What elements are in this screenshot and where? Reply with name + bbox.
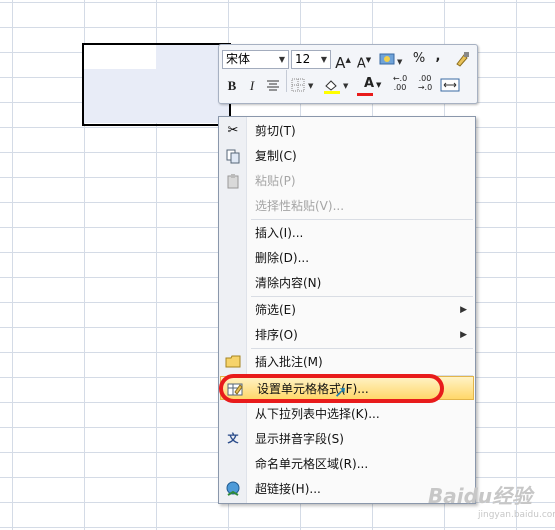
menu-item-insert[interactable]: 插入(I)... (219, 221, 475, 245)
mouse-cursor-icon: ➚ (334, 382, 348, 401)
highlight-annotation (219, 374, 444, 403)
menu-item-define-name[interactable]: 命名单元格区域(R)... (219, 452, 475, 476)
menu-item-cut[interactable]: ✂ 剪切(T) (219, 119, 475, 143)
context-menu: ✂ 剪切(T) 复制(C) 粘贴(P) 选择性粘贴(V)... 插入(I)...… (218, 116, 476, 504)
font-name-dropdown[interactable]: 宋体 ▼ (222, 50, 289, 69)
menu-item-label: 清除内容(N) (255, 276, 322, 290)
font-name-value: 宋体 (226, 52, 251, 66)
borders-icon: ▼ (291, 78, 314, 92)
menu-item-paste-special[interactable]: 选择性粘贴(V)... (219, 194, 475, 218)
svg-text:▼: ▼ (343, 82, 349, 90)
chevron-down-icon: ▼ (278, 55, 285, 64)
chevron-down-icon: ▼ (376, 81, 382, 89)
shrink-font-label: A (356, 56, 366, 72)
shrink-font-button[interactable]: A▼ (355, 51, 373, 73)
scissors-icon: ✂ (227, 123, 239, 138)
format-painter-icon (456, 52, 469, 67)
font-size-value: 12 (295, 52, 311, 66)
phonetic-icon: 文 (227, 432, 239, 445)
menu-item-label: 选择性粘贴(V)... (255, 199, 345, 213)
menu-item-label: 插入批注(M) (255, 355, 323, 369)
menu-item-copy[interactable]: 复制(C) (219, 144, 475, 168)
selection-border (82, 43, 231, 126)
chevron-down-icon: ▼ (320, 55, 327, 64)
number-format-button[interactable]: ▼ (377, 50, 405, 74)
merge-center-button[interactable] (439, 77, 461, 99)
svg-text:▼: ▼ (308, 82, 314, 90)
format-painter-button[interactable] (453, 50, 471, 74)
clipboard-icon (225, 173, 241, 189)
font-size-dropdown[interactable]: 12 ▼ (291, 50, 331, 69)
menu-item-clear-contents[interactable]: 清除内容(N) (219, 271, 475, 295)
menu-item-show-phonetic[interactable]: 文 显示拼音字段(S) (219, 427, 475, 451)
comment-icon (225, 354, 241, 370)
divider (286, 70, 287, 92)
menu-item-paste[interactable]: 粘贴(P) (219, 169, 475, 193)
menu-item-delete[interactable]: 删除(D)... (219, 246, 475, 270)
decrease-decimal-button[interactable]: .00 →.0 (414, 74, 436, 92)
menu-item-label: 从下拉列表中选择(K)... (255, 407, 380, 421)
fill-color-button[interactable]: ▼ (322, 77, 352, 101)
menu-item-insert-comment[interactable]: 插入批注(M) (219, 350, 475, 374)
menu-divider (251, 296, 473, 297)
grow-font-label: A (335, 54, 346, 72)
align-center-icon (267, 80, 279, 91)
menu-item-pick-from-list[interactable]: 从下拉列表中选择(K)... (219, 402, 475, 426)
font-color-button[interactable]: A ▼ (355, 75, 383, 96)
font-color-swatch (357, 93, 373, 96)
comma-style-button[interactable]: , (432, 48, 444, 66)
menu-item-label: 排序(O) (255, 328, 298, 342)
menu-item-label: 插入(I)... (255, 226, 304, 240)
menu-divider (251, 219, 473, 220)
submenu-arrow-icon: ▶ (460, 330, 467, 340)
menu-item-label: 超链接(H)... (255, 482, 321, 496)
italic-button[interactable]: I (244, 77, 260, 95)
svg-text:▼: ▼ (397, 58, 403, 66)
menu-item-label: 粘贴(P) (255, 174, 296, 188)
menu-divider (251, 348, 473, 349)
mini-toolbar: 宋体 ▼ 12 ▼ A▲ A▼ ▼ % , B I ▼ ▼ A ▼ ←.0 .0… (218, 44, 478, 104)
menu-item-label: 删除(D)... (255, 251, 310, 265)
bold-button[interactable]: B (224, 77, 240, 95)
center-align-button[interactable] (264, 77, 282, 99)
baidu-watermark: Baidu经验 (428, 484, 533, 508)
merge-center-icon (440, 78, 460, 92)
grow-font-button[interactable]: A▲ (334, 51, 352, 72)
menu-item-label: 命名单元格区域(R)... (255, 457, 369, 471)
menu-item-filter[interactable]: 筛选(E) ▶ (219, 298, 475, 322)
menu-item-label: 显示拼音字段(S) (255, 432, 344, 446)
copy-icon (225, 148, 241, 164)
menu-item-label: 复制(C) (255, 149, 297, 163)
hyperlink-icon (225, 481, 241, 497)
percent-style-button[interactable]: % (411, 50, 427, 68)
increase-decimal-button[interactable]: ←.0 .00 (389, 74, 411, 92)
borders-button[interactable]: ▼ (290, 77, 318, 99)
menu-item-label: 剪切(T) (255, 124, 296, 138)
fill-bucket-icon: ▼ (324, 80, 349, 94)
currency-icon: ▼ (379, 53, 403, 66)
font-color-label: A (363, 76, 375, 91)
menu-item-sort[interactable]: 排序(O) ▶ (219, 323, 475, 347)
watermark-url: jingyan.baidu.com (478, 510, 555, 520)
menu-item-label: 筛选(E) (255, 303, 296, 317)
submenu-arrow-icon: ▶ (460, 305, 467, 315)
